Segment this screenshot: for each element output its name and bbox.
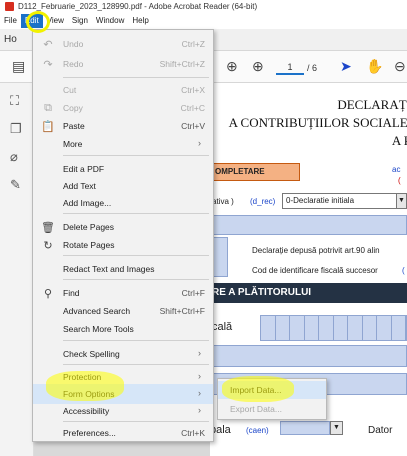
menu-item-import-data[interactable]: Import Data...: [218, 381, 326, 399]
menu-item-add-image[interactable]: Add Image...: [33, 193, 213, 213]
menu-item-paste[interactable]: 📋 Paste Ctrl+V: [33, 116, 213, 136]
doc-header-line3: A P: [391, 133, 407, 148]
menu-item-rotate-pages[interactable]: ↻ Rotate Pages: [33, 235, 213, 255]
menu-item-copy[interactable]: ⧉ Copy Ctrl+C: [33, 98, 213, 118]
title-bar: D112_Februarie_2023_128990.pdf - Adobe A…: [0, 0, 407, 13]
chevron-right-icon: ›: [198, 348, 201, 358]
zoom-out-icon[interactable]: ⊖: [394, 58, 406, 75]
declaration-type-select[interactable]: 0-Declaratie initiala: [282, 193, 407, 209]
menu-item-export-data[interactable]: Export Data...: [218, 400, 326, 418]
menu-edit[interactable]: Edit: [20, 14, 43, 28]
hand-tool-icon[interactable]: ✋: [366, 58, 383, 75]
fiscala-label: cală: [212, 321, 233, 333]
paste-icon: 📋: [41, 121, 55, 133]
menu-separator: [63, 255, 209, 256]
menu-view[interactable]: View: [43, 14, 68, 28]
menu-separator: [63, 279, 209, 280]
chevron-down-icon[interactable]: ▼: [396, 194, 406, 208]
doc-header-line1: DECLARAȚI: [337, 97, 407, 112]
menu-bar: File Edit View Sign Window Help: [0, 13, 407, 29]
caen-label: (caen): [246, 426, 269, 435]
caen-chevron-down-icon[interactable]: ▼: [330, 421, 343, 435]
cod-fiscal-paren: (: [402, 266, 405, 275]
menu-separator: [63, 213, 209, 214]
doc-header-line2: A CONTRIBUȚIILOR SOCIALE,: [228, 115, 407, 130]
menu-window[interactable]: Window: [92, 14, 128, 28]
menu-sign[interactable]: Sign: [68, 14, 92, 28]
redo-icon: ↷: [43, 59, 53, 71]
save-icon[interactable]: ▤: [12, 58, 25, 75]
attachments-icon[interactable]: ⌀: [10, 149, 18, 165]
platitor-heading: RE A PLĂTITORULUI: [210, 283, 407, 303]
menu-item-accessibility[interactable]: Accessibility ›: [33, 401, 213, 421]
cif-input-grid[interactable]: [260, 315, 407, 341]
previous-page-icon[interactable]: ⊕: [226, 58, 238, 75]
menu-separator: [63, 77, 209, 78]
light-blue-field[interactable]: [210, 215, 407, 235]
dator-label: Dator: [368, 425, 393, 436]
search-icon: ⚲: [43, 288, 53, 300]
form-options-submenu: Import Data... Export Data...: [217, 378, 327, 420]
menu-item-preferences[interactable]: Preferences... Ctrl+K: [33, 423, 213, 443]
undo-icon: ↶: [43, 39, 53, 51]
page-thumbnails-icon[interactable]: ⛶: [10, 93, 19, 109]
chevron-right-icon: ›: [198, 405, 201, 415]
rotate-icon: ↻: [43, 240, 53, 252]
copy-icon: ⧉: [44, 102, 52, 114]
cod-fiscal-text: Cod de identificare fiscală succesor: [252, 266, 378, 275]
sign-tool-icon[interactable]: ✎: [10, 177, 21, 193]
window-title: D112_Februarie_2023_128990.pdf - Adobe A…: [18, 2, 258, 11]
page-number-input[interactable]: 1: [276, 59, 304, 75]
menu-separator: [63, 155, 209, 156]
menu-separator: [63, 364, 209, 365]
menu-item-redo[interactable]: ↷ Redo Shift+Ctrl+Z: [33, 54, 213, 74]
select-cursor-icon[interactable]: ➤: [340, 58, 352, 75]
chevron-right-icon: ›: [198, 371, 201, 381]
page-total: / 6: [307, 63, 318, 73]
rectificativa-label: ativa ): [212, 197, 234, 206]
rectificativa-code: (d_rec): [250, 197, 276, 206]
acrobat-app-icon: [5, 2, 14, 11]
name-field[interactable]: [210, 345, 407, 367]
menu-file[interactable]: File: [0, 14, 21, 28]
chevron-right-icon: ›: [198, 138, 201, 148]
menu-item-cut[interactable]: Cut Ctrl+X: [33, 80, 213, 100]
side-label-b: (: [398, 176, 401, 185]
next-page-icon[interactable]: ⊕: [252, 58, 264, 75]
edit-menu-dropdown: ↶ Undo Ctrl+Z ↷ Redo Shift+Ctrl+Z Cut Ct…: [32, 29, 214, 442]
menu-separator: [63, 340, 209, 341]
menu-separator: [63, 421, 209, 422]
depusa-text: Declarație depusă potrivit art.90 alin: [252, 246, 380, 255]
menu-item-delete-pages[interactable]: 🗑 Delete Pages: [33, 217, 213, 237]
menu-item-redact[interactable]: Redact Text and Images: [33, 259, 213, 279]
menu-item-find[interactable]: ⚲ Find Ctrl+F: [33, 283, 213, 303]
menu-item-check-spelling[interactable]: Check Spelling ›: [33, 344, 213, 364]
completare-section: OMPLETARE: [210, 163, 300, 181]
menu-help[interactable]: Help: [128, 14, 152, 28]
trash-icon: 🗑: [41, 222, 55, 234]
left-nav-pane: ⛶ ❐ ⌀ ✎: [0, 83, 34, 456]
side-label-a: ac: [392, 165, 401, 174]
menu-item-more[interactable]: More ›: [33, 134, 213, 154]
bookmarks-icon[interactable]: ❐: [10, 121, 22, 137]
menu-item-search-more-tools[interactable]: Search More Tools: [33, 319, 213, 339]
menu-item-undo[interactable]: ↶ Undo Ctrl+Z: [33, 34, 213, 54]
menu-item-advanced-search[interactable]: Advanced Search Shift+Ctrl+F: [33, 301, 213, 321]
tab-home[interactable]: Ho: [4, 34, 17, 45]
chevron-right-icon: ›: [198, 388, 201, 398]
caen-select[interactable]: [280, 421, 330, 435]
